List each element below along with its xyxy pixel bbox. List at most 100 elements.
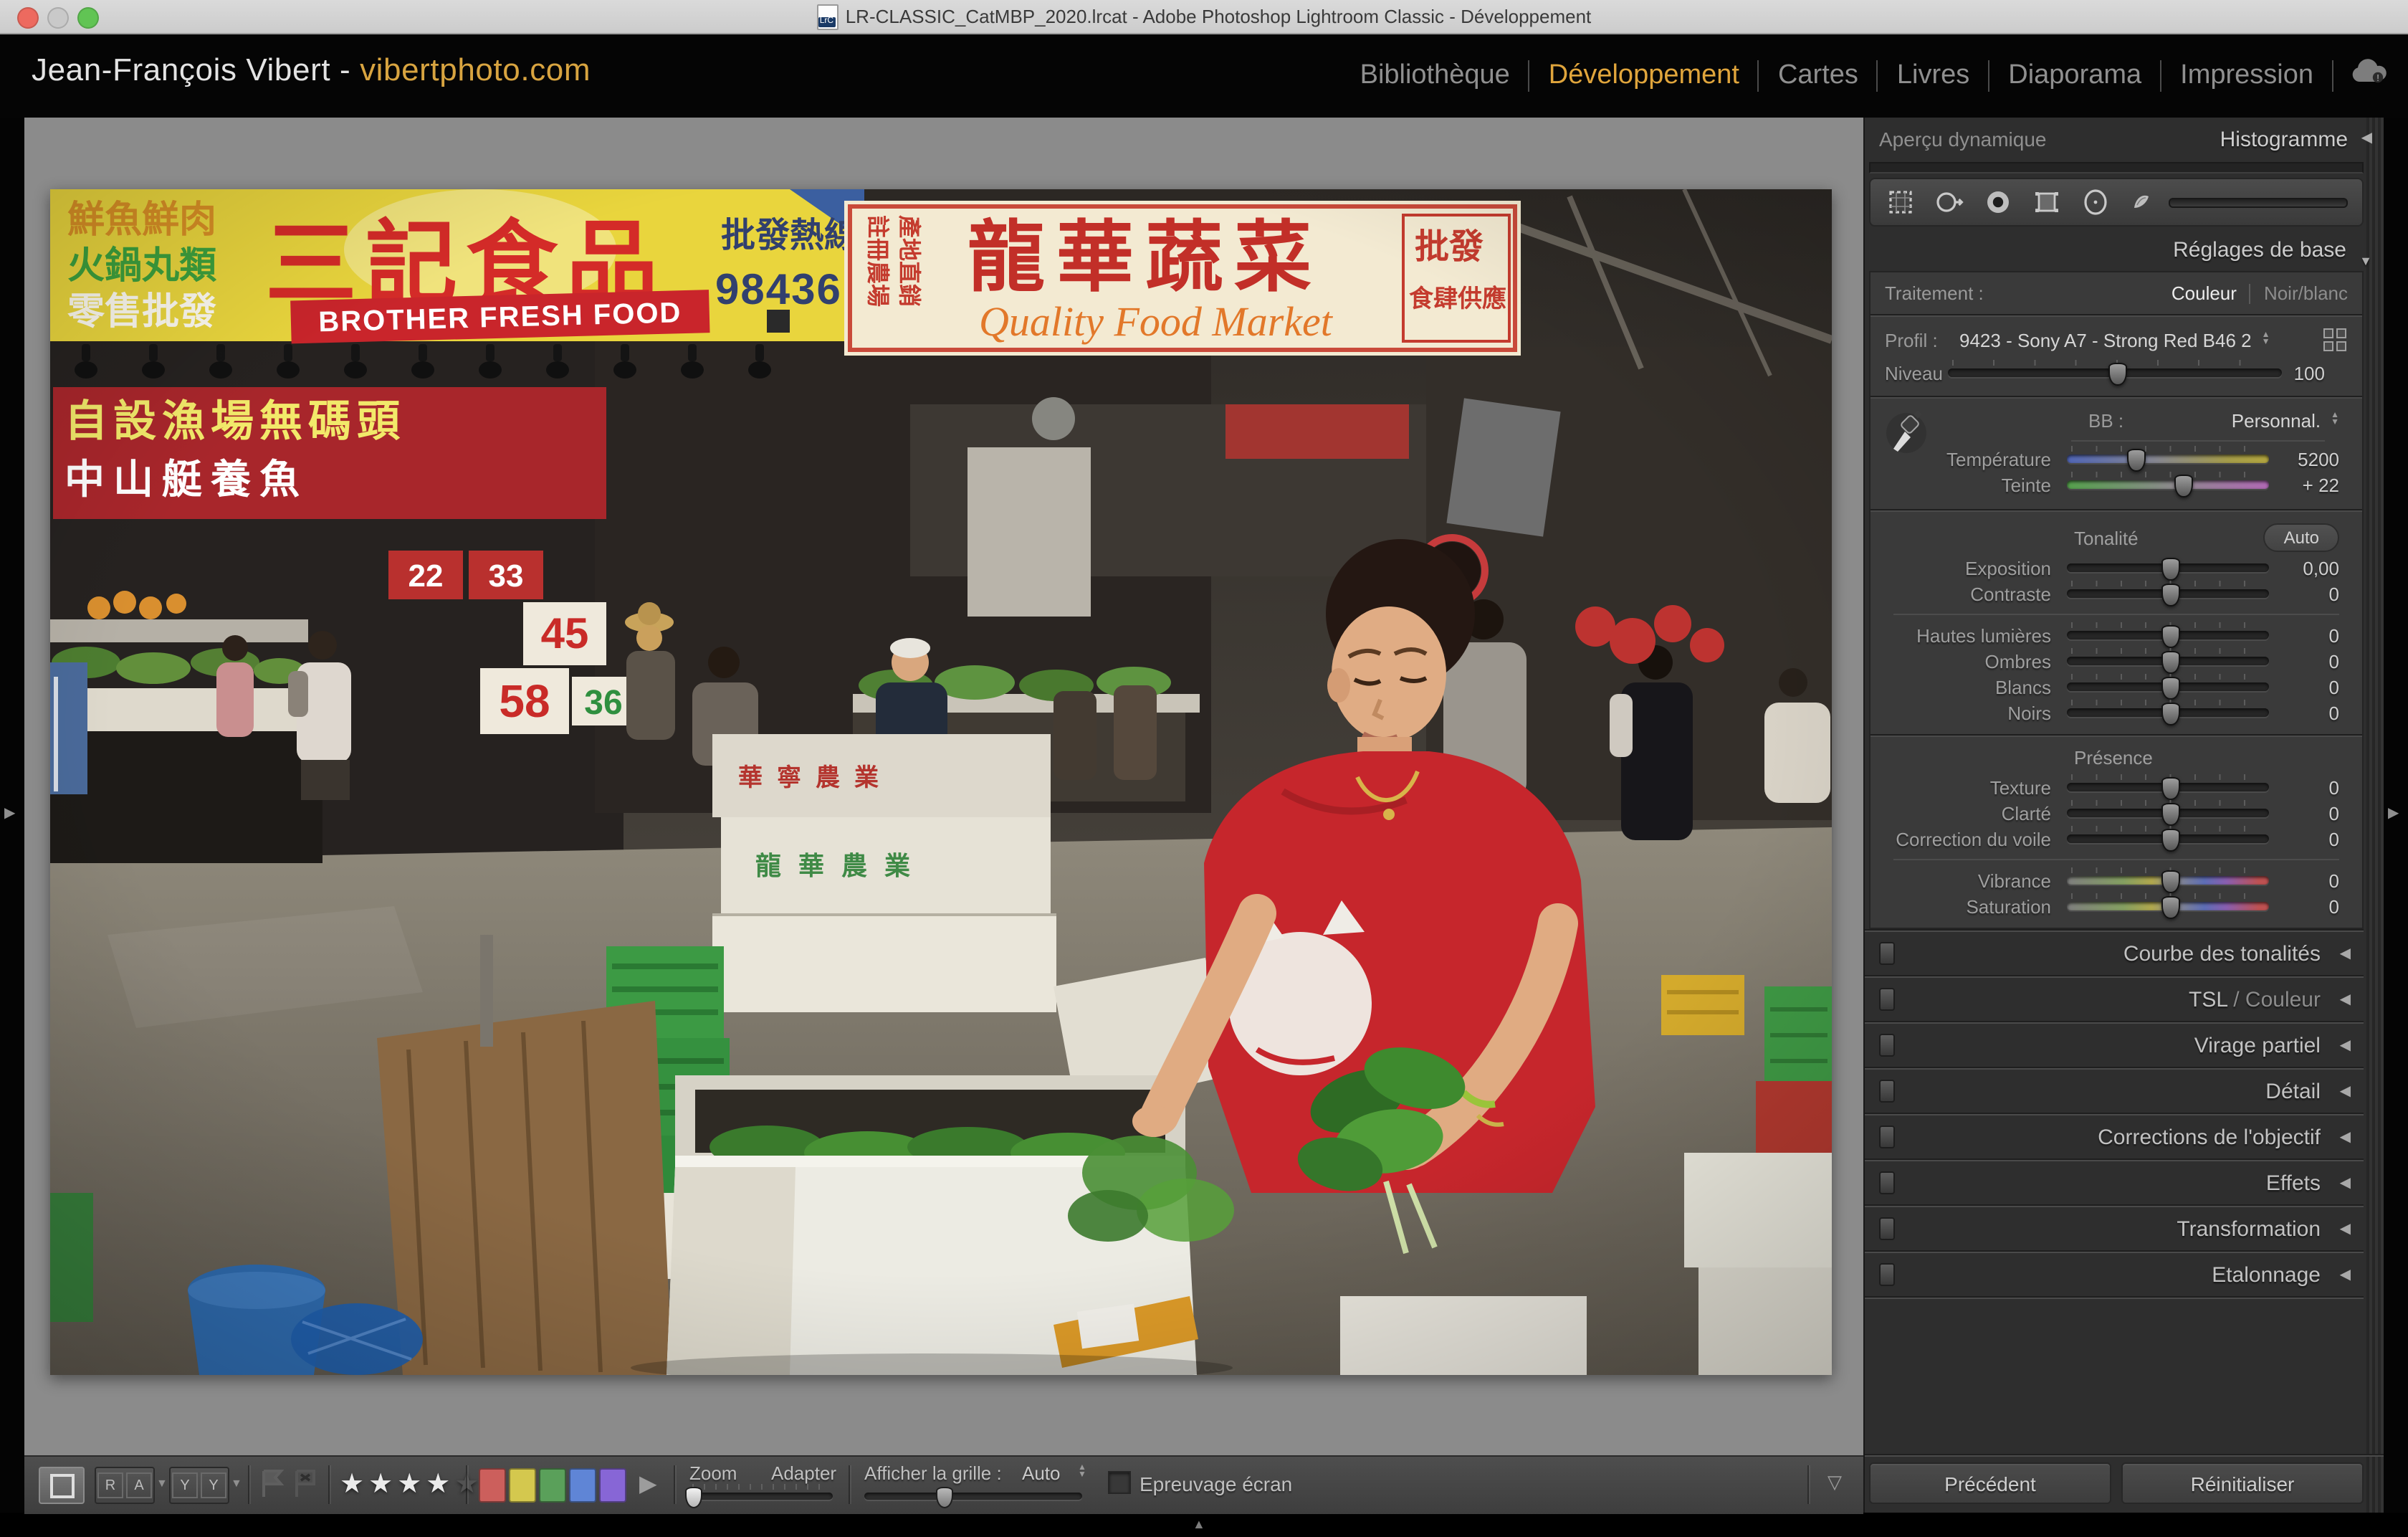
section-tone-curve[interactable]: Courbe des tonalités◀ xyxy=(1865,932,2364,975)
filmstrip-reveal-bar[interactable]: ▲ xyxy=(0,1513,2408,1537)
color-label-purple[interactable] xyxy=(599,1468,626,1503)
reference-view-button[interactable]: RA xyxy=(95,1467,155,1504)
loupe-view-button[interactable] xyxy=(39,1467,85,1504)
right-panel-collapse-strip[interactable]: ▶ xyxy=(2384,118,2408,1513)
temperature-thumb[interactable] xyxy=(2126,449,2145,472)
pick-flag-icon[interactable] xyxy=(258,1468,287,1507)
panel-switch[interactable] xyxy=(1879,1034,1895,1057)
crop-icon[interactable] xyxy=(1885,186,1916,218)
panel-scrollbar[interactable] xyxy=(2366,118,2385,1513)
slider-thumb[interactable] xyxy=(2161,870,2179,893)
panel-switch[interactable] xyxy=(1879,942,1895,965)
module-impression[interactable]: Impression xyxy=(2161,60,2332,91)
sync-cloud-icon[interactable]: ! xyxy=(2351,59,2388,92)
section-calibration[interactable]: Etalonnage◀ xyxy=(1865,1253,2364,1296)
module-diaporama[interactable]: Diaporama xyxy=(1989,60,2160,91)
module-bibliotheque[interactable]: Bibliothèque xyxy=(1342,60,1529,91)
slider-thumb[interactable] xyxy=(2161,677,2179,700)
color-label-yellow[interactable] xyxy=(509,1468,536,1503)
left-panel-reveal-strip[interactable]: ▶ xyxy=(0,118,24,1513)
previous-button[interactable]: Précédent xyxy=(1869,1462,2111,1504)
color-label-red[interactable] xyxy=(479,1468,506,1503)
basic-panel-header[interactable]: Réglages de base ▼ xyxy=(1865,234,2385,268)
star-rating[interactable]: ★★★★★ xyxy=(340,1468,483,1501)
slider-thumb[interactable] xyxy=(2161,651,2179,674)
color-label-blue[interactable] xyxy=(569,1468,596,1503)
slider-thumb[interactable] xyxy=(2161,558,2179,581)
grid-value-dropdown[interactable]: Auto xyxy=(1022,1462,1061,1484)
zoom-label[interactable]: Zoom xyxy=(689,1462,737,1484)
radial-filter-icon[interactable] xyxy=(2080,186,2111,218)
softproof-checkbox[interactable] xyxy=(1108,1471,1131,1494)
reject-flag-icon[interactable] xyxy=(291,1468,320,1507)
panel-switch[interactable] xyxy=(1879,1263,1895,1286)
beforeafter-view-button[interactable]: YY xyxy=(169,1467,229,1504)
photo-canvas[interactable]: 鮮魚鮮肉 火鍋丸類 零售批發 三記食品 批發熱線 98436165 BROTHE… xyxy=(50,189,1832,1375)
fit-label[interactable]: Adapter xyxy=(771,1462,836,1484)
reset-button[interactable]: Réinitialiser xyxy=(2121,1462,2364,1504)
stepper-arrows-icon[interactable]: ▲▼ xyxy=(1078,1465,1086,1480)
collapse-arrow-icon[interactable]: ◀ xyxy=(2361,130,2372,146)
contrast-slider[interactable]: Contraste 0 xyxy=(1870,581,2362,606)
dehaze-slider[interactable]: Correction du voile 0 xyxy=(1870,826,2362,852)
panel-switch[interactable] xyxy=(1879,1217,1895,1240)
section-hsl-color[interactable]: TSL / Couleur◀ xyxy=(1865,978,2364,1021)
slider-thumb[interactable] xyxy=(2161,803,2179,826)
tint-thumb[interactable] xyxy=(2175,475,2194,498)
section-lens-corrections[interactable]: Corrections de l'objectif◀ xyxy=(1865,1115,2364,1158)
slider-thumb[interactable] xyxy=(2161,829,2179,852)
wb-value[interactable]: Personnal. xyxy=(2232,409,2321,431)
temperature-slider[interactable]: Température 5200 xyxy=(1870,446,2362,472)
module-developpement[interactable]: Développement xyxy=(1530,60,1758,91)
slider-thumb[interactable] xyxy=(2161,703,2179,725)
chevron-down-icon[interactable]: ▼ xyxy=(156,1477,168,1490)
blacks-slider[interactable]: Noirs 0 xyxy=(1870,700,2362,725)
stepper-arrows-icon[interactable]: ▲▼ xyxy=(2262,333,2270,347)
saturation-slider[interactable]: Saturation 0 xyxy=(1870,893,2362,919)
treatment-bw[interactable]: Noir/blanc xyxy=(2264,282,2348,304)
panel-switch[interactable] xyxy=(1879,988,1895,1011)
shadows-slider[interactable]: Ombres 0 xyxy=(1870,648,2362,674)
section-transform[interactable]: Transformation◀ xyxy=(1865,1207,2364,1250)
module-livres[interactable]: Livres xyxy=(1878,60,1988,91)
grid-size-slider[interactable] xyxy=(864,1488,1082,1505)
profile-browser-icon[interactable] xyxy=(2323,328,2348,353)
amount-thumb[interactable] xyxy=(2108,363,2126,386)
graduated-filter-icon[interactable] xyxy=(2031,186,2063,218)
module-cartes[interactable]: Cartes xyxy=(1759,60,1877,91)
histogram-collapsed[interactable] xyxy=(1869,162,2364,173)
section-split-toning[interactable]: Virage partiel◀ xyxy=(1865,1024,2364,1067)
slider-thumb[interactable] xyxy=(2161,625,2179,648)
section-detail[interactable]: Détail◀ xyxy=(1865,1070,2364,1113)
histogram-header[interactable]: Aperçu dynamique Histogramme ◀ xyxy=(1865,118,2385,161)
exposure-slider[interactable]: Exposition 0,00 xyxy=(1870,555,2362,581)
slider-thumb[interactable] xyxy=(2161,896,2179,919)
spot-removal-icon[interactable] xyxy=(1934,186,1965,218)
texture-slider[interactable]: Texture 0 xyxy=(1870,774,2362,800)
clarity-slider[interactable]: Clarté 0 xyxy=(1870,800,2362,826)
grid-slider-thumb[interactable] xyxy=(935,1487,952,1508)
softproof-label[interactable]: Epreuvage écran xyxy=(1140,1472,1292,1495)
tint-slider[interactable]: Teinte + 22 xyxy=(1870,472,2362,498)
highlights-slider[interactable]: Hautes lumières 0 xyxy=(1870,622,2362,648)
vibrance-slider[interactable]: Vibrance 0 xyxy=(1870,867,2362,893)
chevron-down-icon[interactable]: ▼ xyxy=(231,1477,242,1490)
panel-switch[interactable] xyxy=(1879,1080,1895,1103)
red-eye-icon[interactable] xyxy=(1982,186,2014,218)
profile-amount-slider[interactable]: Niveau 100 xyxy=(1885,360,2348,386)
color-label-green[interactable] xyxy=(539,1468,566,1503)
white-balance-eyedropper-icon[interactable] xyxy=(1885,407,1928,466)
profile-value[interactable]: 9423 - Sony A7 - Strong Red B46 2 xyxy=(1959,329,2252,351)
adjustment-brush-icon[interactable] xyxy=(2128,186,2160,218)
auto-tone-button[interactable]: Auto xyxy=(2264,523,2339,552)
slider-thumb[interactable] xyxy=(2161,584,2179,606)
expand-arrow-icon[interactable]: ▼ xyxy=(2359,244,2372,278)
stepper-arrows-icon[interactable]: ▲▼ xyxy=(2331,413,2339,427)
identity-plate[interactable]: Jean-François Vibert - vibertphoto.com xyxy=(32,52,591,89)
zoom-slider[interactable] xyxy=(689,1488,833,1505)
toolbar-options-icon[interactable]: ▽ xyxy=(1828,1471,1842,1494)
section-effects[interactable]: Effets◀ xyxy=(1865,1161,2364,1204)
treatment-color[interactable]: Couleur xyxy=(2172,282,2237,304)
panel-switch[interactable] xyxy=(1879,1126,1895,1148)
whites-slider[interactable]: Blancs 0 xyxy=(1870,674,2362,700)
